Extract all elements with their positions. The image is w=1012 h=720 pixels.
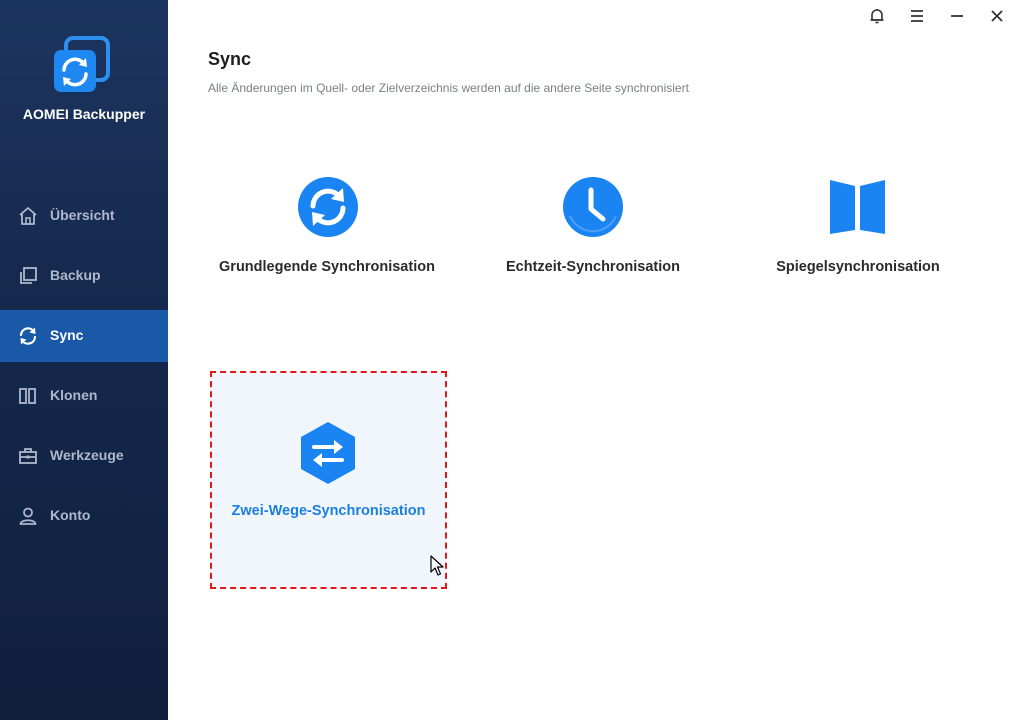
sidebar-item-sync[interactable]: Sync — [0, 310, 168, 362]
sidebar-item-label: Sync — [50, 327, 84, 343]
option-two-way-sync[interactable]: Zwei-Wege-Synchronisation — [210, 371, 447, 589]
sidebar-item-label: Werkzeuge — [50, 447, 124, 463]
toolbox-icon — [17, 445, 39, 467]
option-realtime-sync[interactable]: Echtzeit-Synchronisation — [473, 170, 713, 290]
sidebar-item-label: Backup — [50, 267, 101, 283]
sidebar-item-backup[interactable]: Backup — [0, 250, 168, 302]
option-label: Echtzeit-Synchronisation — [505, 259, 681, 275]
option-label: Grundlegende Synchronisation — [219, 259, 435, 275]
clone-icon — [17, 385, 39, 407]
page-subtitle: Alle Änderungen im Quell- oder Zielverze… — [208, 81, 689, 95]
app-name: AOMEI Backupper — [22, 106, 146, 122]
close-icon[interactable] — [987, 6, 1007, 26]
option-mirror-sync[interactable]: Spiegelsynchronisation — [738, 170, 978, 290]
option-label: Spiegelsynchronisation — [776, 259, 940, 275]
copy-icon — [17, 265, 39, 287]
sidebar-item-konto[interactable]: Konto — [0, 490, 168, 542]
basic-sync-icon — [297, 176, 359, 243]
mirror-icon — [829, 178, 887, 241]
option-basic-sync[interactable]: Grundlegende Synchronisation — [207, 170, 447, 290]
sidebar: AOMEI Backupper Übersicht Backup Sync Kl… — [0, 0, 168, 720]
sidebar-item-label: Übersicht — [50, 207, 115, 223]
minimize-icon[interactable] — [947, 6, 967, 26]
sidebar-item-label: Konto — [50, 507, 91, 523]
aomei-logo-icon — [52, 36, 110, 94]
user-icon — [17, 505, 39, 527]
page-title: Sync — [208, 49, 252, 69]
sync-icon — [17, 325, 39, 347]
sidebar-item-uebersicht[interactable]: Übersicht — [0, 190, 168, 242]
sidebar-item-klonen[interactable]: Klonen — [0, 370, 168, 422]
clock-icon — [562, 176, 624, 243]
menu-icon[interactable] — [907, 6, 927, 26]
mouse-cursor-icon — [430, 555, 444, 577]
home-icon — [17, 205, 39, 227]
sidebar-item-label: Klonen — [50, 387, 98, 403]
option-label: Zwei-Wege-Synchronisation — [231, 503, 426, 519]
bell-icon[interactable] — [867, 6, 887, 26]
sidebar-item-werkzeuge[interactable]: Werkzeuge — [0, 430, 168, 482]
two-way-sync-icon — [299, 421, 357, 490]
